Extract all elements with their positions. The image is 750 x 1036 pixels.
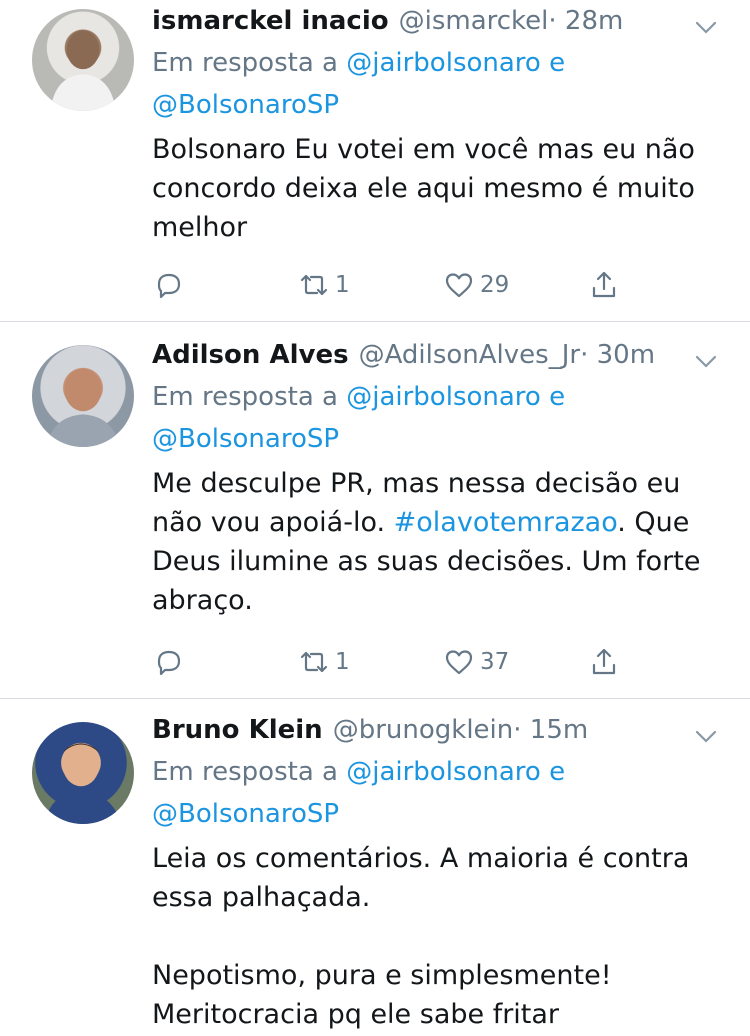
tweet[interactable]: ismarckel inacio @ismarckel · 28m Em res…	[0, 0, 750, 322]
reply-button[interactable]	[152, 268, 297, 302]
display-name[interactable]: Adilson Alves	[152, 340, 349, 370]
reply-context: Em resposta a @jairbolsonaro e @Bolsonaro…	[152, 376, 724, 460]
chevron-down-icon[interactable]	[694, 725, 718, 749]
reply-icon	[157, 650, 181, 676]
mention-link[interactable]: @BolsonaroSP	[152, 90, 339, 120]
reply-prefix: Em resposta a	[152, 757, 347, 787]
share-button[interactable]	[587, 645, 621, 679]
mention-conjunction: e	[540, 757, 566, 787]
reply-context: Em resposta a @jairbolsonaro e @Bolsonaro…	[152, 751, 724, 835]
mention-link[interactable]: @jairbolsonaro	[346, 382, 541, 412]
retweet-count: 1	[335, 649, 350, 675]
reply-icon	[157, 273, 181, 299]
chevron-down-icon[interactable]	[694, 16, 718, 40]
like-count: 29	[480, 272, 510, 298]
tweet-text: Leia os comentários. A maioria é contra …	[152, 843, 690, 1030]
avatar[interactable]	[32, 9, 134, 111]
like-count: 37	[480, 649, 510, 675]
tweet-header: Adilson Alves @AdilsonAlves_Jr · 30m	[152, 340, 724, 376]
tweet-text: Me desculpe PR, mas nessa decisão eu não…	[152, 464, 724, 620]
retweet-button[interactable]: 1	[297, 645, 442, 679]
heart-icon	[445, 273, 473, 298]
mention-link[interactable]: @jairbolsonaro	[346, 757, 541, 787]
tweet-header: Bruno Klein @brunogklein · 15m	[152, 715, 724, 751]
user-handle[interactable]: @ismarckel	[399, 6, 549, 36]
reply-context: Em resposta a @jairbolsonaro e @Bolsonaro…	[152, 42, 724, 126]
like-button[interactable]: 37	[442, 645, 587, 679]
tweet-actions: 1 29	[152, 268, 642, 302]
timestamp[interactable]: · 30m	[580, 340, 655, 370]
retweet-icon	[300, 651, 328, 673]
tweet-text: Bolsonaro Eu votei em você mas eu não co…	[152, 134, 704, 243]
reply-button[interactable]	[152, 645, 297, 679]
reply-prefix: Em resposta a	[152, 48, 347, 78]
share-icon	[592, 271, 616, 298]
display-name[interactable]: Bruno Klein	[152, 715, 323, 745]
display-name[interactable]: ismarckel inacio	[152, 6, 389, 36]
share-button[interactable]	[587, 268, 621, 302]
mention-link[interactable]: @BolsonaroSP	[152, 799, 339, 829]
heart-icon	[445, 650, 473, 675]
tweet-actions: 1 37	[152, 645, 642, 679]
mention-conjunction: e	[540, 48, 566, 78]
like-button[interactable]: 29	[442, 268, 587, 302]
retweet-button[interactable]: 1	[297, 268, 442, 302]
user-handle[interactable]: @brunogklein	[333, 715, 514, 745]
tweet-header: ismarckel inacio @ismarckel · 28m	[152, 6, 724, 42]
chevron-down-icon[interactable]	[694, 350, 718, 374]
avatar[interactable]	[32, 345, 134, 447]
mention-conjunction: e	[540, 382, 566, 412]
retweet-count: 1	[335, 272, 350, 298]
timestamp[interactable]: · 28m	[548, 6, 623, 36]
mention-link[interactable]: @jairbolsonaro	[346, 48, 541, 78]
user-handle[interactable]: @AdilsonAlves_Jr	[359, 340, 581, 370]
avatar[interactable]	[32, 722, 134, 824]
share-icon	[592, 648, 616, 675]
hashtag-link[interactable]: #olavotemrazao	[394, 507, 618, 538]
mention-link[interactable]: @BolsonaroSP	[152, 424, 339, 454]
timestamp[interactable]: · 15m	[513, 715, 588, 745]
reply-prefix: Em resposta a	[152, 382, 347, 412]
retweet-icon	[300, 274, 328, 296]
